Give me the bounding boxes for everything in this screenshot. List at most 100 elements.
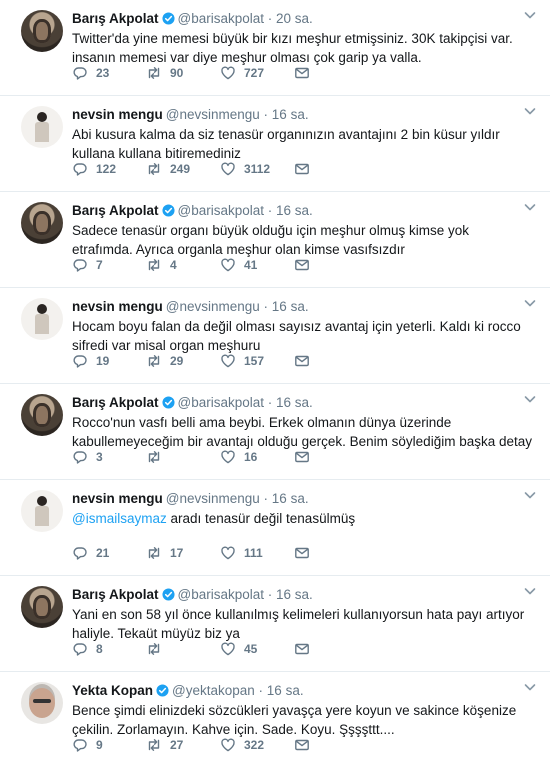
retweet-count: 249 (170, 162, 191, 176)
tweet[interactable]: Barış Akpolat @barisakpolat · 16 sa. Yani… (0, 576, 550, 672)
author-name[interactable]: Barış Akpolat (72, 395, 159, 410)
retweet-count: 17 (170, 546, 184, 560)
author-name[interactable]: Barış Akpolat (72, 587, 159, 602)
direct-message-button[interactable] (294, 449, 368, 465)
tweet[interactable]: Barış Akpolat @barisakpolat · 16 sa. Sade… (0, 192, 550, 288)
chevron-down-icon[interactable] (524, 9, 536, 21)
chevron-down-icon[interactable] (524, 489, 536, 501)
author-name[interactable]: Yekta Kopan (72, 683, 153, 698)
like-button[interactable]: 322 (220, 737, 294, 753)
direct-message-button[interactable] (294, 257, 368, 273)
reply-icon (73, 67, 87, 80)
direct-message-button[interactable] (294, 545, 368, 561)
reply-count: 19 (96, 354, 110, 368)
heart-icon (221, 354, 235, 368)
like-button[interactable]: 157 (220, 353, 294, 369)
tweet-text: Abi kusura kalma da siz tenasür organını… (72, 127, 504, 161)
author-handle[interactable]: @nevsinmengu (166, 491, 260, 506)
avatar[interactable] (21, 394, 63, 436)
tweet[interactable]: Barış Akpolat @barisakpolat · 20 sa. Twit… (0, 0, 550, 96)
chevron-down-icon[interactable] (524, 681, 536, 693)
retweet-button[interactable] (146, 449, 220, 465)
direct-message-button[interactable] (294, 737, 368, 753)
like-button[interactable]: 111 (220, 545, 294, 561)
direct-message-button[interactable] (294, 353, 368, 369)
tweet-time[interactable]: 16 sa. (276, 395, 313, 410)
avatar[interactable] (21, 202, 63, 244)
chevron-down-icon[interactable] (524, 201, 536, 213)
tweet-time[interactable]: 16 sa. (276, 587, 313, 602)
tweet[interactable]: nevsin mengu @nevsinmengu · 16 sa. Hocam … (0, 288, 550, 384)
reply-button[interactable]: 9 (72, 737, 146, 753)
author-name[interactable]: nevsin mengu (72, 491, 163, 506)
avatar[interactable] (21, 682, 63, 724)
avatar[interactable] (21, 106, 63, 148)
tweet-time[interactable]: 16 sa. (272, 491, 309, 506)
reply-button[interactable]: 19 (72, 353, 146, 369)
author-name[interactable]: nevsin mengu (72, 107, 163, 122)
avatar[interactable] (21, 490, 63, 532)
reply-button[interactable]: 7 (72, 257, 146, 273)
chevron-down-icon[interactable] (524, 297, 536, 309)
avatar[interactable] (21, 10, 63, 52)
author-handle[interactable]: @barisakpolat (178, 11, 265, 26)
avatar[interactable] (21, 586, 63, 628)
envelope-icon (295, 163, 309, 175)
author-handle[interactable]: @yektakopan (172, 683, 255, 698)
author-handle[interactable]: @barisakpolat (178, 203, 265, 218)
chevron-down-icon[interactable] (524, 105, 536, 117)
tweet-time[interactable]: 16 sa. (272, 299, 309, 314)
direct-message-button[interactable] (294, 161, 368, 177)
retweet-button[interactable]: 17 (146, 545, 220, 561)
direct-message-button[interactable] (294, 65, 368, 81)
tweet[interactable]: Barış Akpolat @barisakpolat · 16 sa. Rocc… (0, 384, 550, 480)
avatar[interactable] (21, 298, 63, 340)
retweet-button[interactable]: 27 (146, 737, 220, 753)
reply-button[interactable]: 23 (72, 65, 146, 81)
tweet-time[interactable]: 16 sa. (267, 683, 304, 698)
tweet-text: Rocco'nun vasfı belli ama beybi. Erkek o… (72, 415, 532, 449)
tweet-time[interactable]: 16 sa. (276, 203, 313, 218)
retweet-icon (148, 451, 160, 463)
tweet[interactable]: nevsin mengu @nevsinmengu · 16 sa. Abi ku… (0, 96, 550, 192)
reply-button[interactable]: 8 (72, 641, 146, 657)
retweet-button[interactable]: 4 (146, 257, 220, 273)
author-name[interactable]: Barış Akpolat (72, 203, 159, 218)
direct-message-button[interactable] (294, 641, 368, 657)
author-name[interactable]: Barış Akpolat (72, 11, 159, 26)
envelope-icon (295, 547, 309, 559)
mention-link[interactable]: @ismailsaymaz (72, 511, 167, 526)
like-button[interactable]: 41 (220, 257, 294, 273)
tweet-header: Barış Akpolat @barisakpolat · 16 sa. (72, 202, 532, 220)
reply-icon (73, 643, 87, 656)
reply-icon (73, 451, 87, 464)
tweet-content: Barış Akpolat @barisakpolat · 16 sa. Rocc… (72, 394, 532, 451)
retweet-button[interactable]: 249 (146, 161, 220, 177)
author-handle[interactable]: @nevsinmengu (166, 299, 260, 314)
verified-badge-icon (156, 684, 169, 697)
envelope-icon (295, 259, 309, 271)
tweet-text: Twitter'da yine memesi büyük bir kızı me… (72, 31, 517, 65)
author-handle[interactable]: @barisakpolat (178, 587, 265, 602)
author-handle[interactable]: @nevsinmengu (166, 107, 260, 122)
tweet[interactable]: nevsin mengu @nevsinmengu · 16 sa. @ismai… (0, 480, 550, 576)
retweet-button[interactable] (146, 641, 220, 657)
chevron-down-icon[interactable] (524, 585, 536, 597)
reply-button[interactable]: 3 (72, 449, 146, 465)
retweet-button[interactable]: 29 (146, 353, 220, 369)
author-handle[interactable]: @barisakpolat (178, 395, 265, 410)
reply-button[interactable]: 21 (72, 545, 146, 561)
like-button[interactable]: 16 (220, 449, 294, 465)
reply-button[interactable]: 122 (72, 161, 146, 177)
separator-dot: · (264, 587, 277, 602)
retweet-button[interactable]: 90 (146, 65, 220, 81)
tweet-content: nevsin mengu @nevsinmengu · 16 sa. Abi ku… (72, 106, 532, 163)
like-button[interactable]: 45 (220, 641, 294, 657)
chevron-down-icon[interactable] (524, 393, 536, 405)
tweet[interactable]: Yekta Kopan @yektakopan · 16 sa. Bence şi… (0, 672, 550, 768)
like-button[interactable]: 727 (220, 65, 294, 81)
tweet-time[interactable]: 20 sa. (276, 11, 313, 26)
tweet-time[interactable]: 16 sa. (272, 107, 309, 122)
author-name[interactable]: nevsin mengu (72, 299, 163, 314)
like-button[interactable]: 3112 (220, 161, 294, 177)
